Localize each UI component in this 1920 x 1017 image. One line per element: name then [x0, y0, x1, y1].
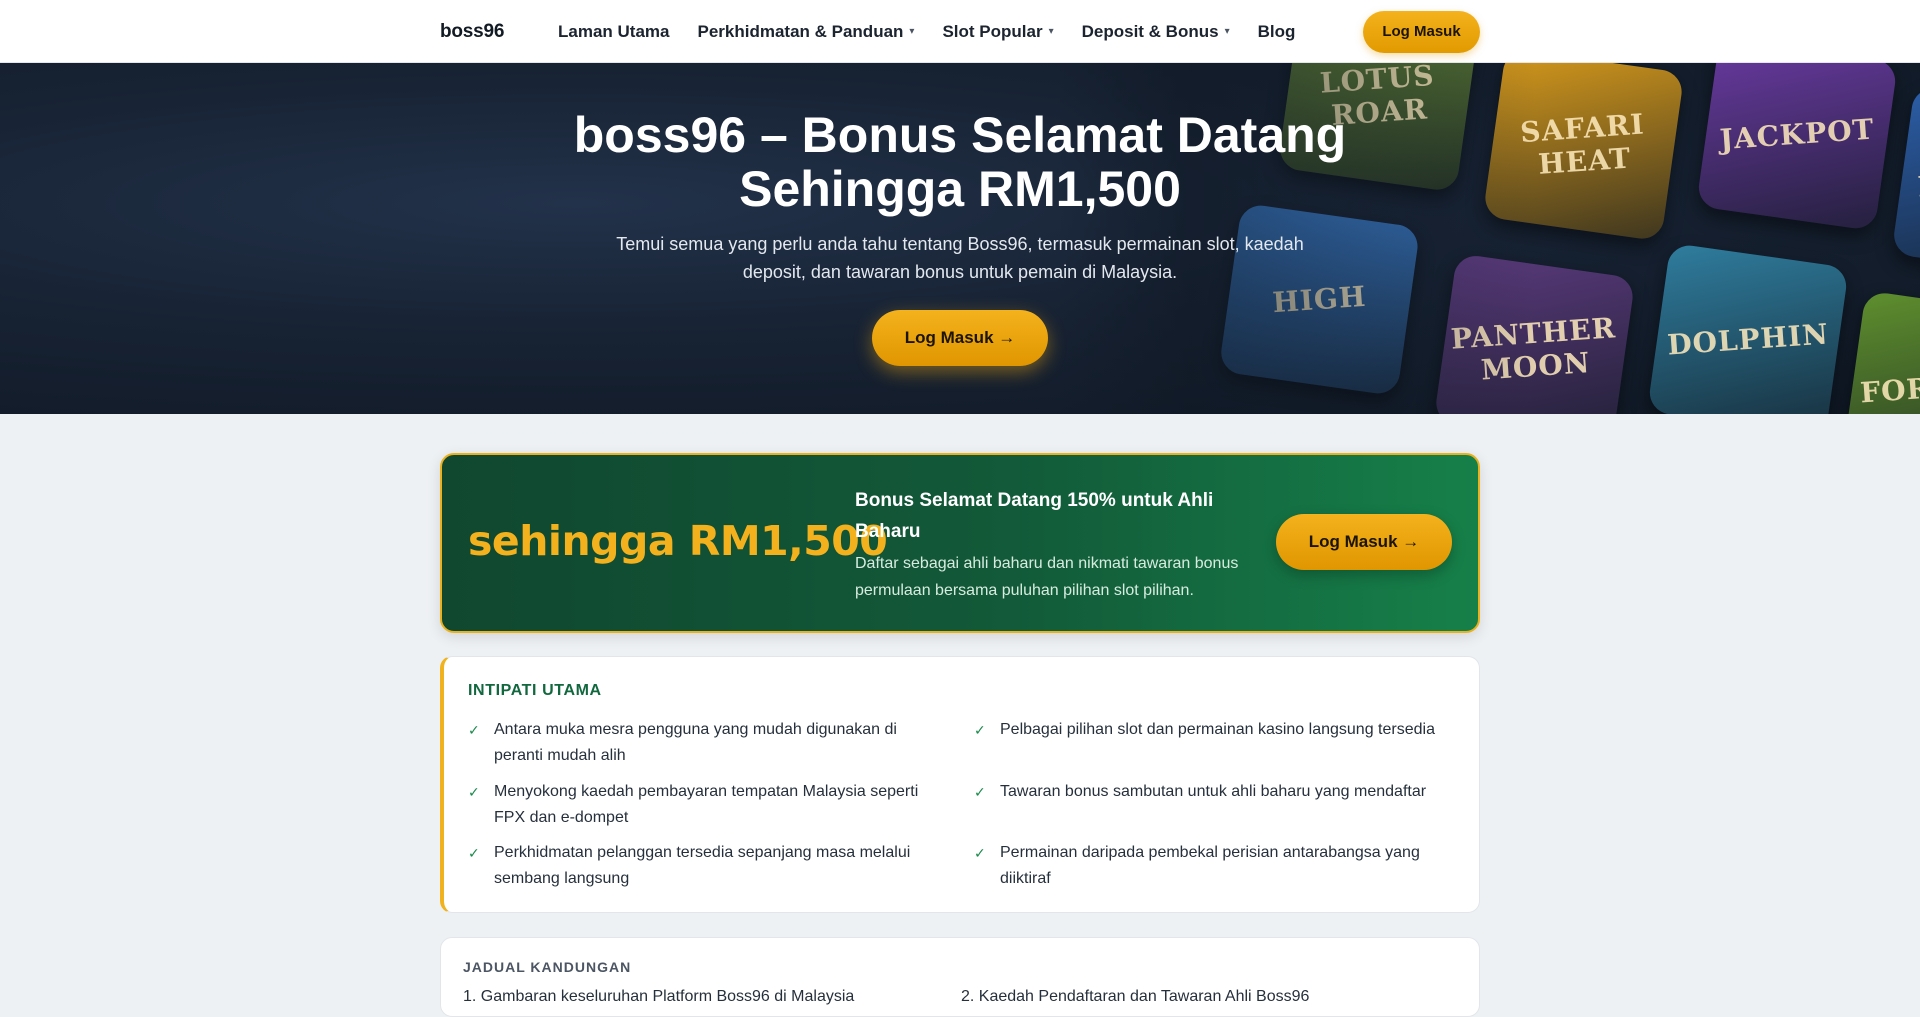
promo-amount: sehingga RM1,500 [468, 517, 888, 565]
key-point-text: Tawaran bonus sambutan untuk ahli baharu… [1000, 783, 1427, 800]
check-icon: ✓ [974, 722, 986, 738]
navbar-inner: boss96 Laman Utama Perkhidmatan & Pandua… [440, 0, 1480, 63]
nav-link-label: Perkhidmatan & Panduan [697, 21, 904, 41]
key-point-text: Permainan daripada pembekal perisian ant… [1000, 844, 1420, 887]
nav-link-label: Blog [1257, 21, 1296, 41]
promo-description: Daftar sebagai ahli baharu dan nikmati t… [855, 555, 1239, 599]
nav-link-deposit-bonus[interactable]: Deposit & Bonus ▾ [1082, 22, 1230, 42]
nav-link-label: Slot Popular [942, 21, 1043, 41]
top-navbar: boss96 Laman Utama Perkhidmatan & Pandua… [0, 0, 1920, 63]
check-icon: ✓ [468, 784, 480, 800]
promo-card: sehingga RM1,500 Bonus Selamat Datang 15… [440, 453, 1480, 633]
chevron-down-icon: ▾ [909, 26, 915, 37]
key-point-text: Menyokong kaedah pembayaran tempatan Mal… [494, 783, 919, 826]
hero-title: boss96 – Bonus Selamat Datang Sehingga R… [573, 107, 1347, 217]
nav-link-laman-utama[interactable]: Laman Utama [558, 22, 669, 42]
site-logo[interactable]: boss96 [440, 21, 558, 43]
chevron-down-icon: ▾ [1224, 26, 1230, 37]
key-point-item: ✓ Tawaran bonus sambutan untuk ahli baha… [974, 779, 1454, 805]
key-point-text: Pelbagai pilihan slot dan permainan kasi… [1000, 721, 1435, 738]
check-icon: ✓ [468, 722, 480, 738]
toc-link[interactable]: 1. Gambaran keseluruhan Platform Boss96 … [463, 988, 854, 1006]
check-icon: ✓ [974, 784, 986, 800]
toc-title: JADUAL KANDUNGAN [463, 959, 632, 975]
key-point-item: ✓ Antara muka mesra pengguna yang mudah … [468, 717, 928, 769]
promo-login-button[interactable]: Log Masuk → [1276, 514, 1452, 570]
nav-link-label: Deposit & Bonus [1081, 21, 1219, 41]
nav-links: Laman Utama Perkhidmatan & Panduan ▾ Slo… [558, 22, 1363, 42]
key-point-text: Antara muka mesra pengguna yang mudah di… [494, 721, 897, 764]
key-point-item: ✓ Menyokong kaedah pembayaran tempatan M… [468, 779, 928, 831]
hero-subtitle: Temui semua yang perlu anda tahu tentang… [616, 234, 1304, 282]
chevron-down-icon: ▾ [1048, 26, 1054, 37]
toc-link[interactable]: 2. Kaedah Pendaftaran dan Tawaran Ahli B… [961, 988, 1309, 1006]
check-icon: ✓ [468, 845, 480, 861]
table-of-contents: JADUAL KANDUNGAN 1. Gambaran keseluruhan… [440, 937, 1480, 1017]
nav-link-slot-popular[interactable]: Slot Popular ▾ [942, 22, 1053, 42]
check-icon: ✓ [974, 845, 986, 861]
nav-link-blog[interactable]: Blog [1258, 22, 1296, 42]
key-point-item: ✓ Pelbagai pilihan slot dan permainan ka… [974, 717, 1454, 743]
key-point-item: ✓ Perkhidmatan pelanggan tersedia sepanj… [468, 840, 928, 892]
key-point-text: Perkhidmatan pelanggan tersedia sepanjan… [494, 844, 911, 887]
nav-login-button[interactable]: Log Masuk [1363, 10, 1480, 53]
hero-login-button[interactable]: Log Masuk → [872, 310, 1048, 366]
nav-link-perkhidmatan[interactable]: Perkhidmatan & Panduan ▾ [697, 22, 914, 42]
key-point-item: ✓ Permainan daripada pembekal perisian a… [974, 840, 1454, 892]
key-points-title: INTIPATI UTAMA [468, 682, 602, 699]
promo-title: Bonus Selamat Datang 150% untuk Ahli Bah… [855, 490, 1214, 542]
nav-link-label: Laman Utama [558, 21, 670, 41]
key-points-card: INTIPATI UTAMA ✓ Antara muka mesra pengg… [440, 656, 1480, 913]
